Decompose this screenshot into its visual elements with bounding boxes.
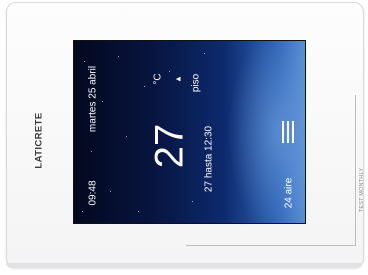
star xyxy=(110,191,111,192)
sensor-label: piso xyxy=(190,73,202,93)
temperature-unit: °C xyxy=(152,73,164,85)
menu-icon-bar xyxy=(282,121,284,143)
date-label: martes 25 abril xyxy=(87,65,99,133)
air-temperature-label: 24 aire xyxy=(283,177,295,209)
menu-icon[interactable] xyxy=(282,121,294,143)
star xyxy=(144,86,145,87)
menu-icon-bar xyxy=(287,121,289,143)
triangle-up-icon: ▲ xyxy=(173,75,183,83)
star xyxy=(204,53,205,54)
star xyxy=(82,211,83,212)
brand-logo-text: LATICRETE xyxy=(33,111,45,169)
star xyxy=(84,61,85,62)
touch-screen[interactable]: 09:48 martes 25 abril 27 °C ▲ piso 27 ha… xyxy=(73,40,306,224)
test-monthly-label-container: TEST MONTHLY xyxy=(355,160,368,220)
star xyxy=(169,71,170,72)
current-temperature: 27 xyxy=(147,123,192,169)
menu-icon-bar xyxy=(292,121,294,143)
test-monthly-label: TEST MONTHLY xyxy=(359,167,365,213)
star xyxy=(91,151,92,152)
star xyxy=(118,56,119,57)
star xyxy=(192,201,193,202)
star xyxy=(126,136,127,137)
star xyxy=(102,101,103,102)
schedule-label: 27 hasta 12:30 xyxy=(203,125,215,193)
brand-label-container: LATICRETE xyxy=(29,85,49,195)
star xyxy=(138,211,139,212)
clock-time: 09:48 xyxy=(87,180,99,206)
device-bottom-edge xyxy=(6,263,362,268)
test-indicator-line-horizontal xyxy=(186,245,356,246)
